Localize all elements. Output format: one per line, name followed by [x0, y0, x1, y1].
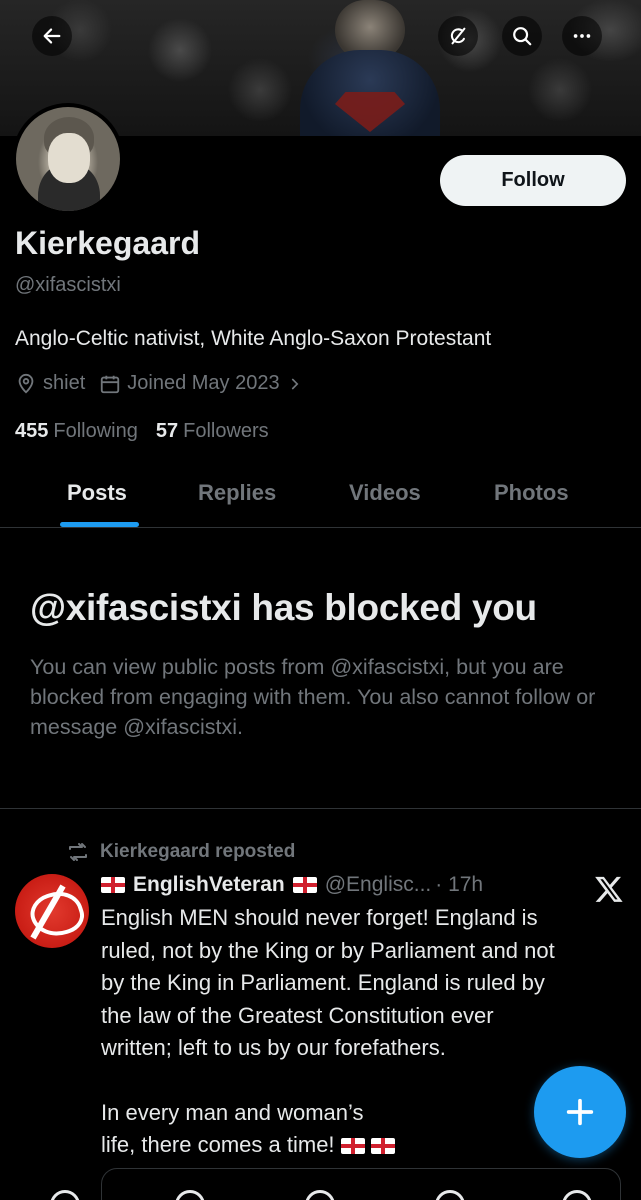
tab-photos[interactable]: Photos: [494, 480, 569, 506]
joined-text: Joined May 2023: [127, 372, 280, 394]
nav-grok-icon[interactable]: [305, 1190, 335, 1200]
repost-indicator: Kierkegaard reposted: [66, 840, 295, 864]
post-time: · 17h: [435, 873, 484, 896]
back-button[interactable]: [32, 16, 72, 56]
bottom-navigation: [0, 1186, 641, 1200]
post-text-line: English MEN should never forget! England…: [101, 905, 538, 930]
post-author-handle[interactable]: @Englisc...: [325, 873, 432, 897]
profile-avatar[interactable]: [12, 103, 124, 215]
repost-icon: [69, 843, 87, 861]
location-icon: [18, 373, 34, 394]
chevron-right-icon: [291, 378, 298, 389]
following-link[interactable]: 455 Following: [15, 420, 138, 443]
profile-bio: Anglo-Celtic nativist, White Anglo-Saxon…: [15, 327, 492, 350]
post-text-segment: life, there comes a time!: [101, 1132, 335, 1157]
profile-handle: @xifascistxi: [15, 274, 121, 296]
location-text: shiet: [43, 372, 86, 394]
england-flag-icon: [370, 1138, 395, 1155]
nav-messages-icon[interactable]: [562, 1190, 592, 1200]
avatar-image: [16, 107, 120, 211]
compose-button[interactable]: [534, 1066, 626, 1158]
nav-search-icon[interactable]: [175, 1190, 205, 1200]
post-text-line: by the King in Parliament. England is ru…: [101, 970, 545, 995]
x-logo-icon: [595, 876, 623, 902]
repost-label: Kierkegaard reposted: [100, 841, 296, 862]
active-tab-indicator: [60, 522, 139, 527]
divider: [0, 808, 641, 809]
search-button[interactable]: [502, 16, 542, 56]
follow-counts: 455 Following 57 Followers: [15, 420, 269, 443]
followers-count: 57: [155, 420, 179, 442]
more-button[interactable]: [562, 16, 602, 56]
following-label: Following: [53, 420, 138, 442]
plus-icon: [566, 1098, 594, 1126]
followers-link[interactable]: 57 Followers: [156, 420, 269, 443]
england-flag-icon: [101, 877, 125, 893]
post-header: EnglishVeteran @Englisc... · 17h: [101, 873, 483, 897]
joined-item[interactable]: Joined May 2023: [99, 372, 303, 395]
nav-notifications-icon[interactable]: [435, 1190, 465, 1200]
profile-meta: shiet Joined May 2023: [15, 372, 318, 395]
post-author-name[interactable]: EnglishVeteran: [133, 873, 285, 897]
post-text-line: the law of the Greatest Constitution eve…: [101, 1002, 494, 1028]
tab-videos[interactable]: Videos: [349, 480, 421, 506]
tab-replies[interactable]: Replies: [198, 480, 276, 506]
post-text-line: ruled, not by the King or by Parliament …: [101, 937, 555, 963]
arrow-left-icon: [43, 28, 61, 44]
followers-label: Followers: [183, 420, 269, 442]
nav-home-icon[interactable]: [50, 1190, 80, 1200]
calendar-icon: [101, 375, 120, 393]
tab-posts[interactable]: Posts: [67, 480, 127, 506]
location-item: shiet: [15, 372, 85, 395]
blocked-title: @xifascistxi has blocked you: [30, 587, 537, 628]
post-author-avatar[interactable]: [15, 874, 89, 948]
grok-button[interactable]: [438, 16, 478, 56]
blocked-description: You can view public posts from @xifascis…: [30, 655, 596, 739]
more-horizontal-icon: [573, 34, 591, 38]
post-text-line: written; left to us by our forefathers.: [101, 1035, 446, 1060]
england-flag-icon: [292, 877, 317, 893]
profile-tabs: Posts Replies Videos Photos: [0, 462, 641, 528]
grok-icon: [450, 27, 466, 45]
display-name: Kierkegaard: [15, 225, 200, 261]
england-flag-icon: [340, 1138, 365, 1155]
following-count: 455: [15, 420, 49, 442]
search-icon: [513, 27, 532, 46]
follow-button[interactable]: Follow: [440, 155, 626, 206]
